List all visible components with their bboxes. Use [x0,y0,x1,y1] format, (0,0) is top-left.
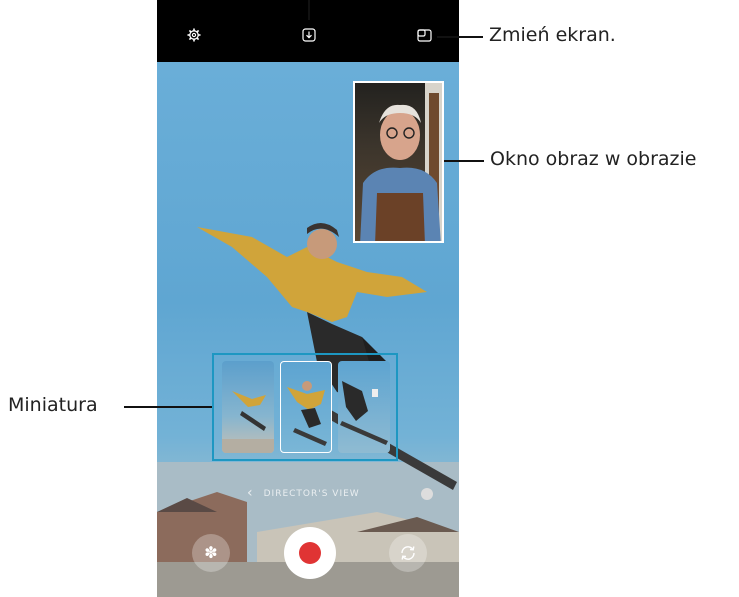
label-change-screen: Zmień ekran. [489,24,616,46]
chevron-left-icon: ‹ [247,485,254,501]
download-icon[interactable] [300,26,318,44]
gear-icon[interactable] [185,26,203,44]
effects-button[interactable]: ✽ [192,534,230,572]
picture-in-picture-window[interactable] [353,81,444,243]
directors-view-label: DIRECTOR'S VIEW [263,489,360,499]
flower-icon: ✽ [204,543,218,562]
thumbnail-strip [212,353,398,461]
label-pip-window: Okno obraz w obrazie [490,148,697,170]
callout-line-change-screen [437,36,483,38]
record-dot-icon [299,542,321,564]
camera-screen: ‹ DIRECTOR'S VIEW ✽ [157,0,459,597]
thumbnail-3[interactable] [338,361,390,453]
switch-camera-button[interactable] [389,534,427,572]
callout-line-download [308,0,310,20]
record-button[interactable] [284,527,336,579]
pip-person [360,83,442,241]
label-thumbnail: Miniatura [8,394,98,416]
split-screen-icon[interactable] [415,26,433,44]
callout-line-pip [444,160,484,162]
callout-line-thumbnail [124,406,212,408]
directors-view-toggle[interactable]: ‹ DIRECTOR'S VIEW [247,485,360,501]
thumbnail-1[interactable] [222,361,274,453]
rotate-camera-icon [401,546,415,560]
thumbnail-2[interactable] [280,361,332,453]
